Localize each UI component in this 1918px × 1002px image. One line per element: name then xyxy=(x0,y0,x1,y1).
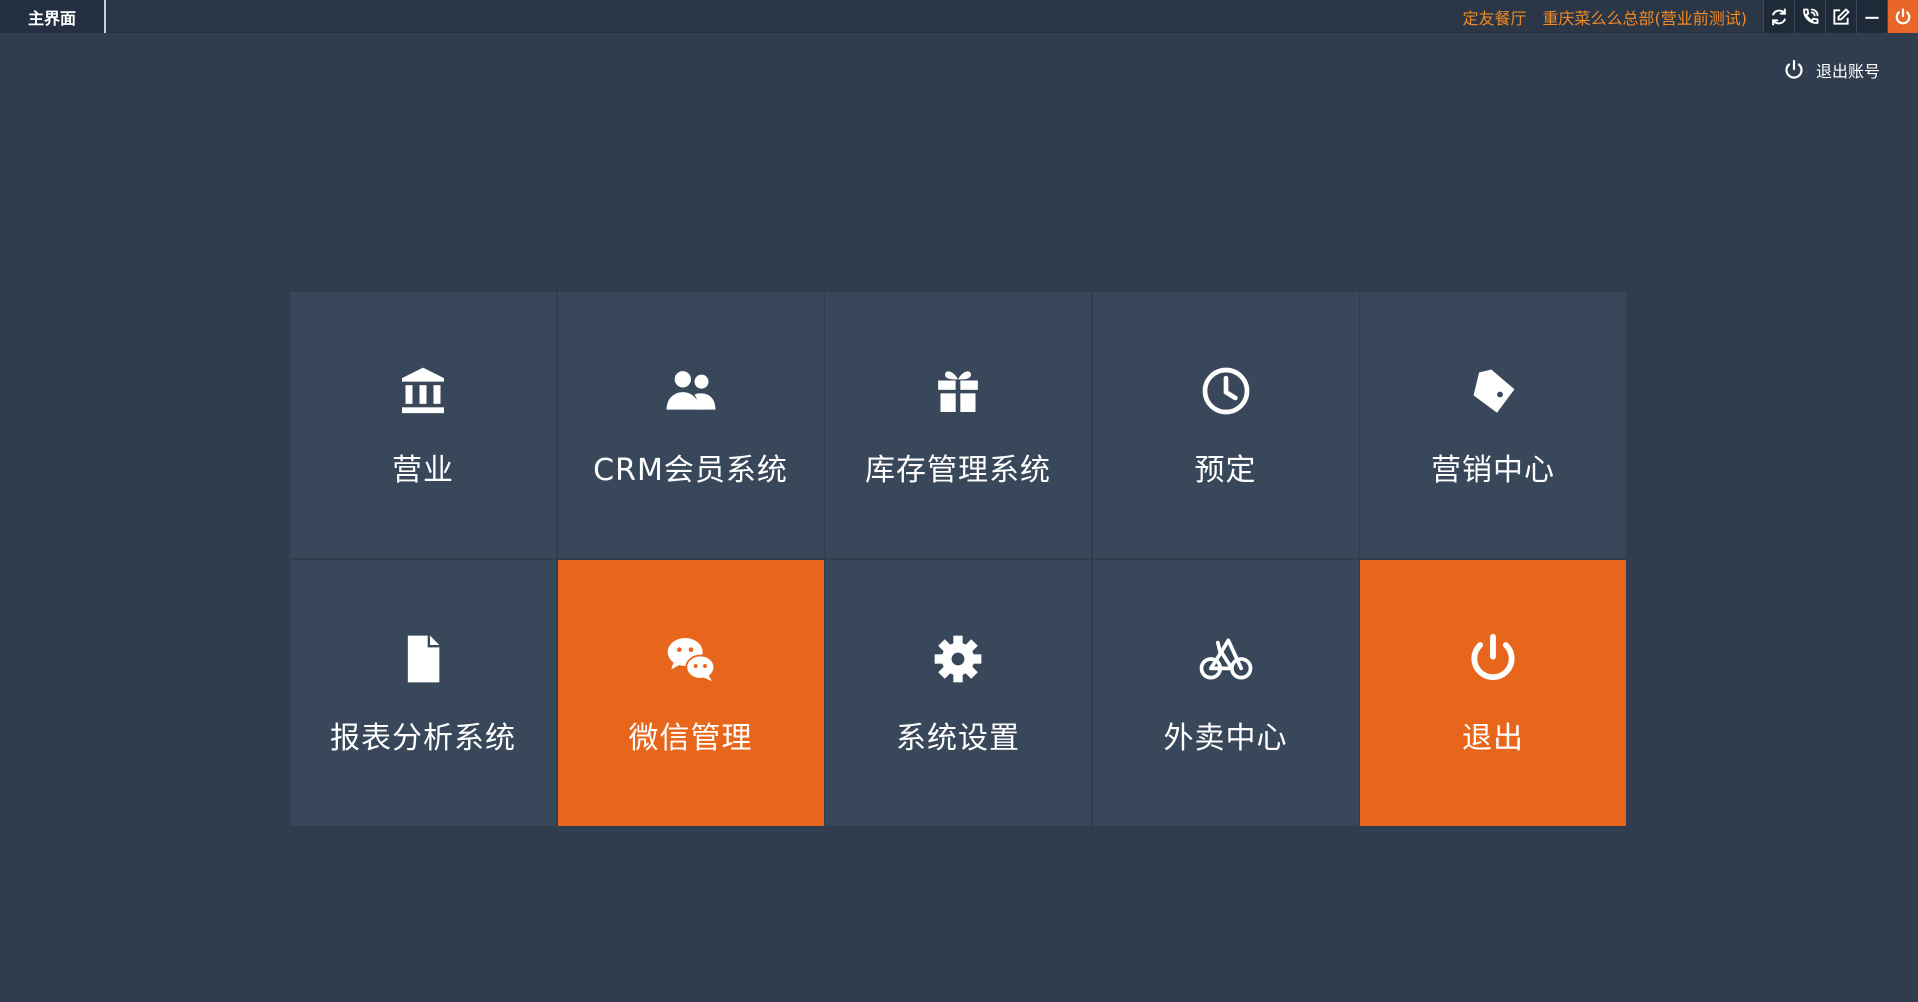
tile-label: 退出 xyxy=(1462,720,1524,756)
tile-inventory[interactable]: 库存管理系统 xyxy=(825,292,1091,558)
logout-account-link[interactable]: 退出账号 xyxy=(1782,58,1880,82)
tile-label: 系统设置 xyxy=(896,720,1020,756)
edit-button[interactable] xyxy=(1825,0,1856,33)
tile-marketing[interactable]: 营销中心 xyxy=(1360,292,1626,558)
minimize-icon xyxy=(1865,16,1879,19)
tile-label: 预定 xyxy=(1194,453,1257,488)
edit-icon xyxy=(1833,7,1850,25)
phone-button[interactable] xyxy=(1794,0,1825,33)
tile-business[interactable]: 营业 xyxy=(290,292,556,558)
tag-icon xyxy=(1473,369,1515,413)
logout-account-label: 退出账号 xyxy=(1815,62,1880,81)
tile-exit[interactable]: 退出 xyxy=(1360,559,1626,826)
users-icon xyxy=(666,371,715,410)
power-icon xyxy=(1785,59,1803,79)
restaurant-name: 定友餐厅 xyxy=(1462,8,1527,28)
refresh-button[interactable] xyxy=(1763,0,1794,33)
tile-label: 微信管理 xyxy=(628,720,753,756)
tile-label: 营业 xyxy=(392,453,454,488)
tile-crm[interactable]: CRM会员系统 xyxy=(557,292,824,558)
phone-icon xyxy=(1803,8,1819,24)
bicycle-icon xyxy=(1199,637,1252,680)
tile-delivery[interactable]: 外卖中心 xyxy=(1092,559,1359,826)
power-icon xyxy=(1471,633,1515,680)
module-grid: 营业 CRM会员系统 库存管理系统 预定 营销中心 报表分析系统 微信管理 系统… xyxy=(290,292,1626,826)
title-bar: 主界面 定友餐厅 重庆菜么么总部(营业前测试) xyxy=(0,0,1918,33)
tile-label: 外卖中心 xyxy=(1163,720,1288,756)
tile-reservation[interactable]: 预定 xyxy=(1092,292,1359,558)
document-icon xyxy=(407,635,440,682)
tile-reports[interactable]: 报表分析系统 xyxy=(290,559,556,826)
store-name: 重庆菜么么总部(营业前测试) xyxy=(1542,8,1748,28)
minimize-button[interactable] xyxy=(1856,0,1887,33)
wechat-icon xyxy=(667,637,715,681)
refresh-icon xyxy=(1772,8,1786,25)
clock-icon xyxy=(1202,367,1249,415)
titlebar-right: 定友餐厅 重庆菜么么总部(营业前测试) xyxy=(1462,0,1918,33)
power-icon xyxy=(1895,7,1911,24)
tile-wechat[interactable]: 微信管理 xyxy=(557,559,824,826)
tile-label: 营销中心 xyxy=(1431,453,1555,488)
bank-icon xyxy=(402,367,444,414)
close-button[interactable] xyxy=(1887,0,1918,33)
gear-icon xyxy=(934,635,982,682)
tile-settings[interactable]: 系统设置 xyxy=(825,559,1091,826)
tile-label: CRM会员系统 xyxy=(593,453,788,488)
tile-label: 报表分析系统 xyxy=(330,720,516,756)
tab-main[interactable]: 主界面 xyxy=(0,0,106,33)
tile-label: 库存管理系统 xyxy=(865,453,1051,488)
gift-icon xyxy=(938,371,978,412)
